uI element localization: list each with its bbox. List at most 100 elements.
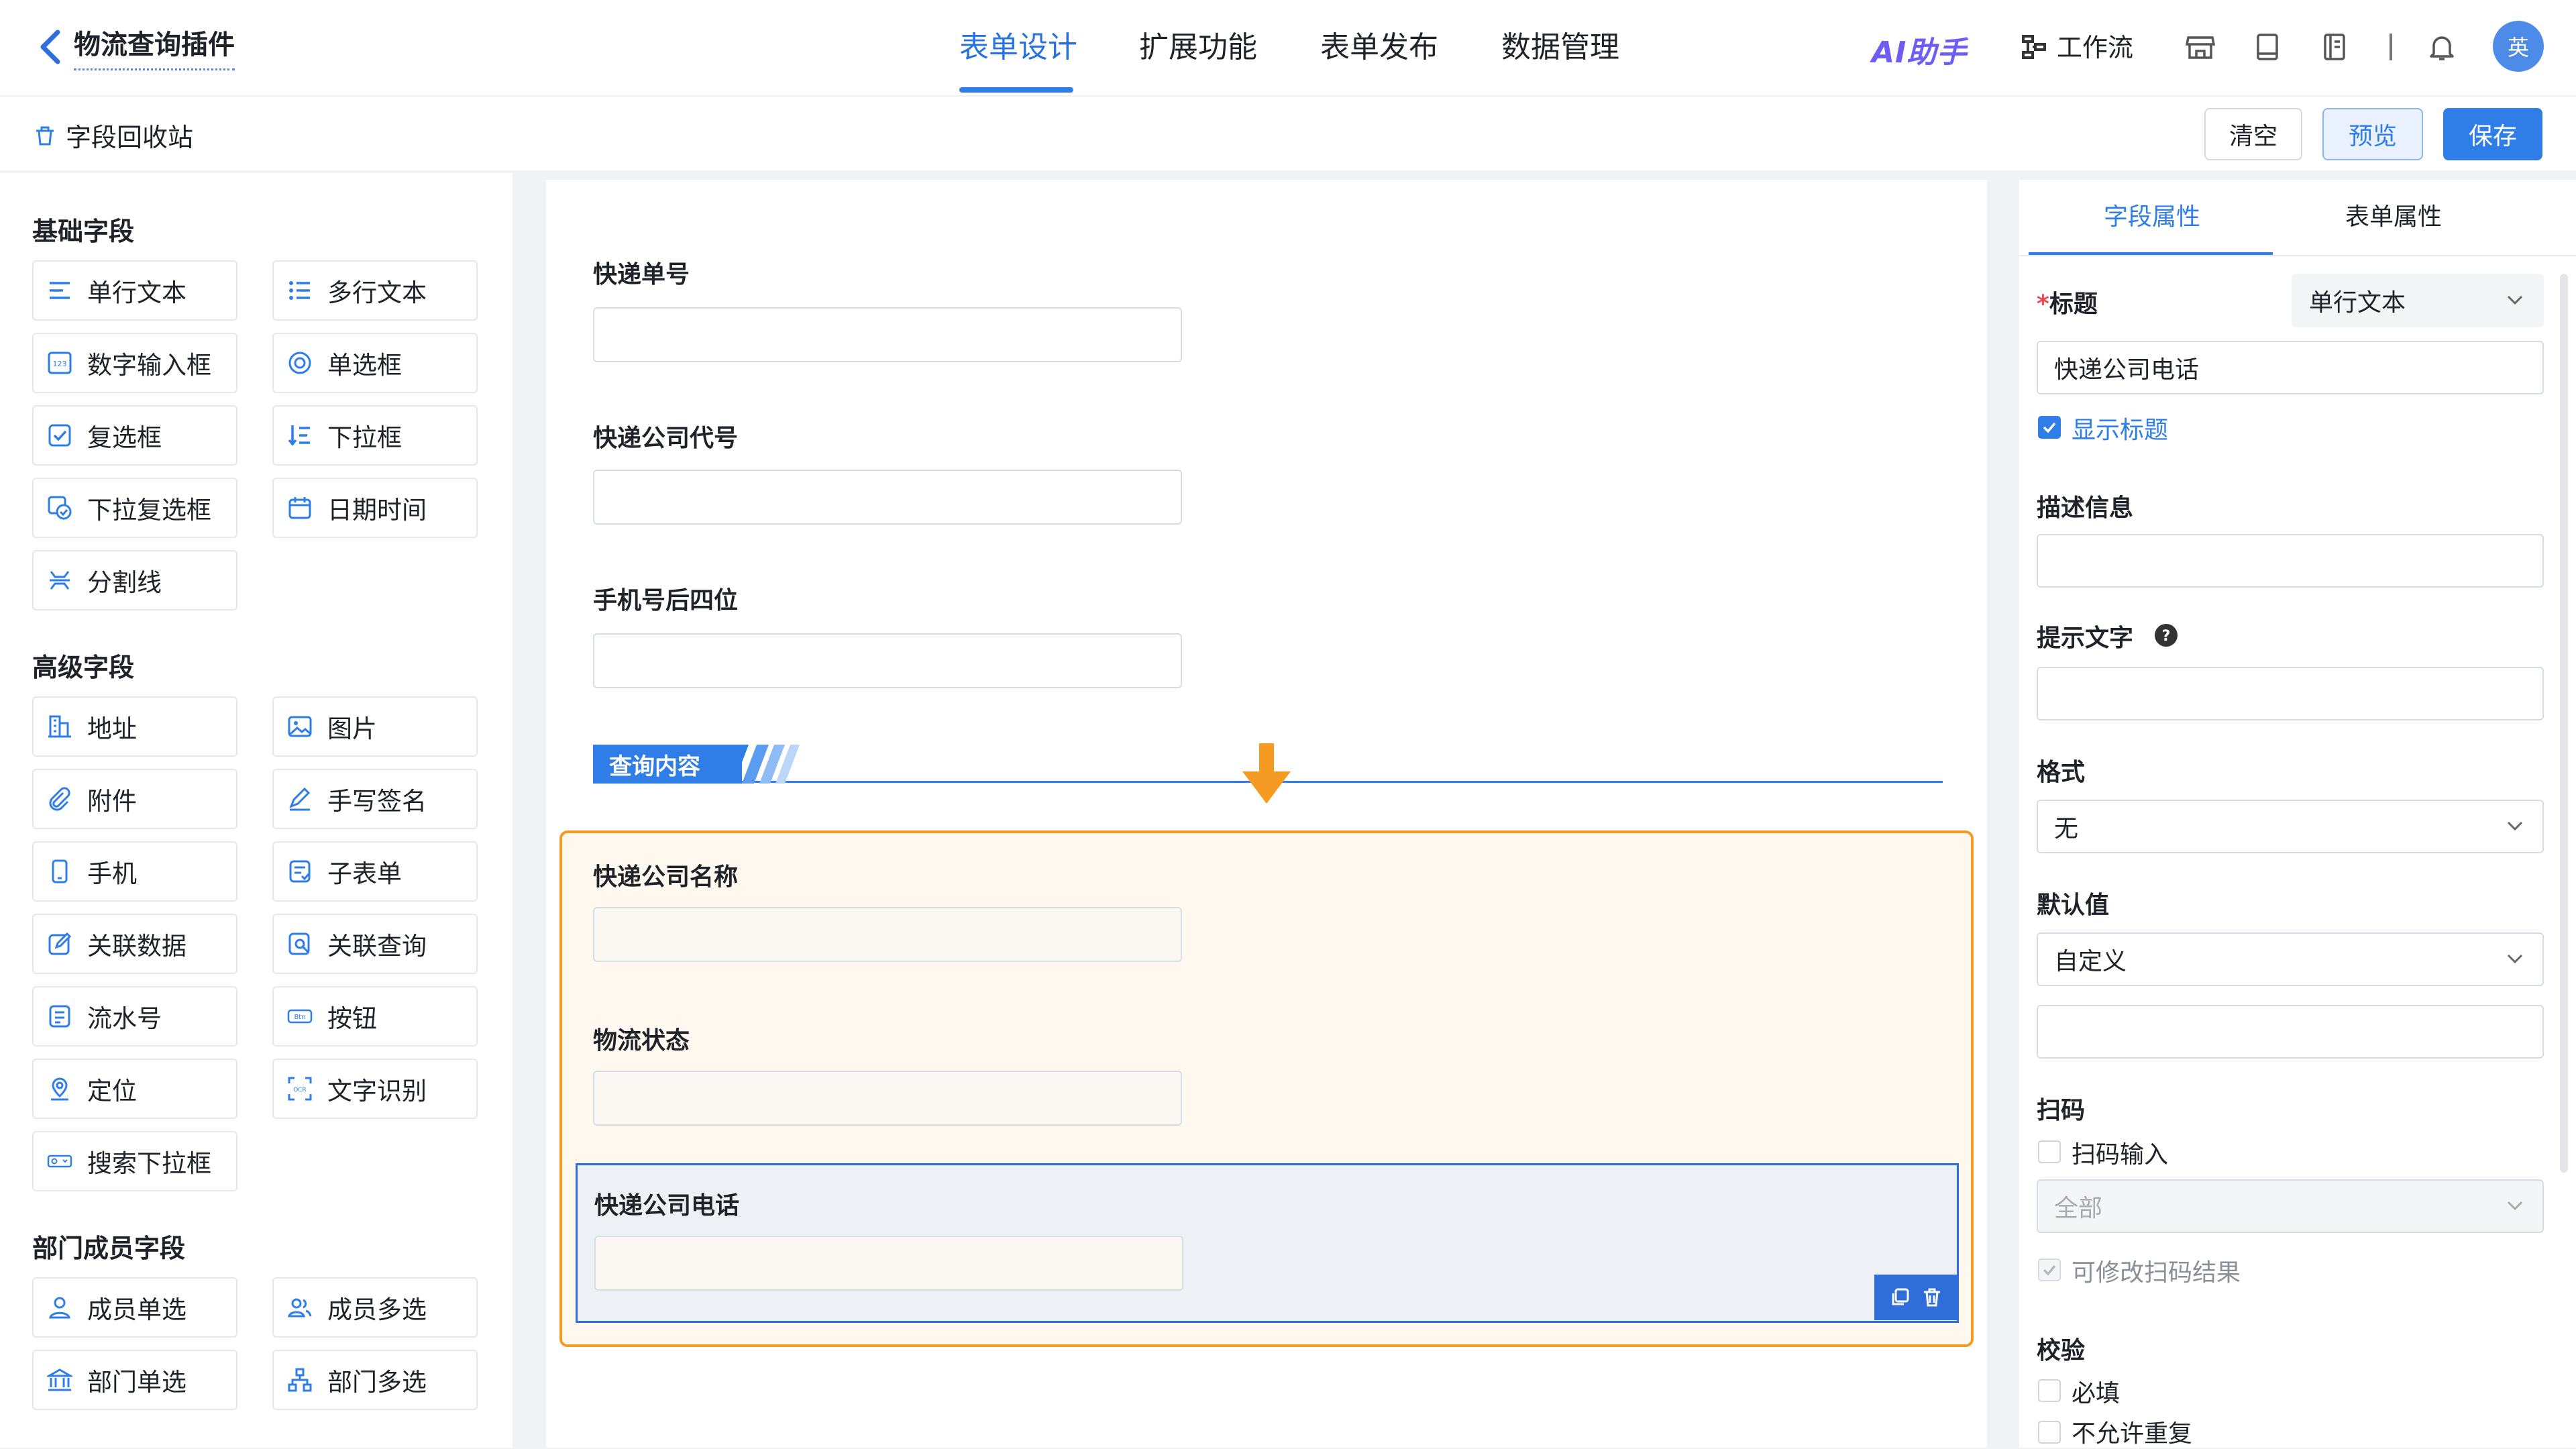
no-repeat-checkbox[interactable] xyxy=(2038,1421,2061,1444)
palette-item-member-multi[interactable]: 成员多选 xyxy=(272,1277,478,1338)
hint-label: 提示文字 xyxy=(2037,625,2134,652)
palette-item-label: 搜索下拉框 xyxy=(87,1149,211,1178)
store-icon[interactable] xyxy=(2183,30,2218,64)
palette-item-attachment[interactable]: 附件 xyxy=(32,769,237,829)
book-icon[interactable] xyxy=(2250,30,2285,64)
palette-item-dept-single[interactable]: 部门单选 xyxy=(32,1350,237,1410)
bank-icon xyxy=(47,1368,72,1391)
palette-item-label: 日期时间 xyxy=(327,496,427,525)
field-label: 快递单号 xyxy=(593,261,690,288)
phone-last4-input[interactable] xyxy=(593,633,1182,688)
required-label: 必填 xyxy=(2072,1380,2121,1407)
building-icon xyxy=(48,715,71,738)
palette-item-address[interactable]: 地址 xyxy=(32,696,237,757)
tab-data-management[interactable]: 数据管理 xyxy=(1501,24,1619,71)
workflow-button[interactable]: 工作流 xyxy=(2019,27,2133,64)
workflow-label: 工作流 xyxy=(2057,33,2134,62)
field-recycle-bin-button[interactable]: 字段回收站 xyxy=(34,117,193,154)
description-label: 描述信息 xyxy=(2037,494,2134,522)
palette-item-datetime[interactable]: 日期时间 xyxy=(272,478,478,538)
palette-item-serial-number[interactable]: 流水号 xyxy=(32,986,237,1046)
section-title[interactable]: 查询内容 xyxy=(593,745,742,784)
scrollbar[interactable] xyxy=(2560,274,2568,1173)
show-title-checkbox[interactable] xyxy=(2038,416,2061,439)
multi-check-icon xyxy=(48,496,72,520)
palette-item-label: 关联数据 xyxy=(87,932,186,961)
palette-item-search-dropdown[interactable]: 搜索下拉框 xyxy=(32,1131,237,1191)
palette-item-image[interactable]: 图片 xyxy=(272,696,478,757)
clear-button[interactable]: 清空 xyxy=(2204,108,2302,160)
title-input[interactable]: 快递公司电话 xyxy=(2037,341,2544,394)
bell-icon[interactable] xyxy=(2424,30,2459,64)
palette-item-phone[interactable]: 手机 xyxy=(32,841,237,902)
field-type-value: 单行文本 xyxy=(2309,289,2406,317)
palette-item-divider[interactable]: 分割线 xyxy=(32,550,237,610)
palette-item-button[interactable]: Btn 按钮 xyxy=(272,986,478,1046)
avatar[interactable]: 英 xyxy=(2493,21,2544,72)
scan-scope-select[interactable]: 全部 xyxy=(2037,1179,2544,1233)
field-type-select[interactable]: 单行文本 xyxy=(2292,274,2544,327)
palette-item-linked-data[interactable]: 关联数据 xyxy=(32,914,237,974)
subform-icon xyxy=(289,860,311,883)
scan-editable-checkbox[interactable] xyxy=(2038,1258,2061,1281)
help-icon[interactable]: ? xyxy=(2153,623,2179,648)
tab-field-properties[interactable]: 字段属性 xyxy=(2104,197,2200,232)
title-value: 快递公司电话 xyxy=(2054,356,2200,384)
default-value-input[interactable] xyxy=(2037,1005,2544,1059)
palette-item-member-single[interactable]: 成员单选 xyxy=(32,1277,237,1338)
preview-button[interactable]: 预览 xyxy=(2322,108,2423,160)
app-title[interactable]: 物流查询插件 xyxy=(74,27,235,70)
palette-item-label: 手机 xyxy=(87,859,137,888)
palette-item-linked-query[interactable]: 关联查询 xyxy=(272,914,478,974)
save-button[interactable]: 保存 xyxy=(2443,108,2542,160)
palette-item-signature[interactable]: 手写签名 xyxy=(272,769,478,829)
description-input[interactable] xyxy=(2037,534,2544,588)
drop-arrow-icon xyxy=(1242,743,1291,804)
palette-item-label: 分割线 xyxy=(87,568,162,597)
palette-item-single-line-text[interactable]: 单行文本 xyxy=(32,260,237,321)
courier-name-input[interactable] xyxy=(593,907,1182,962)
copy-icon[interactable] xyxy=(1890,1287,1910,1307)
tab-extensions[interactable]: 扩展功能 xyxy=(1139,24,1257,71)
palette-item-radio[interactable]: 单选框 xyxy=(272,333,478,393)
delete-icon[interactable] xyxy=(1922,1287,1942,1307)
palette-item-label: 子表单 xyxy=(327,859,402,888)
palette-item-dept-multi[interactable]: 部门多选 xyxy=(272,1350,478,1410)
scan-scope-value: 全部 xyxy=(2054,1195,2103,1222)
palette-item-number-input[interactable]: 123 数字输入框 xyxy=(32,333,237,393)
recycle-bin-icon xyxy=(36,126,54,145)
tracking-number-input[interactable] xyxy=(593,307,1182,362)
palette-item-label: 关联查询 xyxy=(327,932,427,961)
image-icon xyxy=(288,716,312,737)
palette-item-subform[interactable]: 子表单 xyxy=(272,841,478,902)
palette-item-location[interactable]: 定位 xyxy=(32,1059,237,1119)
checkbox-icon xyxy=(48,424,71,447)
palette-item-multi-line-text[interactable]: 多行文本 xyxy=(272,260,478,321)
courier-phone-input[interactable] xyxy=(594,1236,1183,1291)
hint-input[interactable] xyxy=(2037,667,2544,720)
palette-item-label: 复选框 xyxy=(87,423,162,452)
notebook-icon[interactable] xyxy=(2317,30,2352,64)
courier-code-input[interactable] xyxy=(593,470,1182,525)
palette-item-checkbox[interactable]: 复选框 xyxy=(32,405,237,466)
svg-text:Btn: Btn xyxy=(294,1014,305,1021)
search-doc-icon xyxy=(288,932,310,955)
logistics-status-input[interactable] xyxy=(593,1071,1182,1126)
tab-form-properties[interactable]: 表单属性 xyxy=(2345,197,2442,232)
required-checkbox[interactable] xyxy=(2038,1379,2061,1402)
no-repeat-label: 不允许重复 xyxy=(2072,1420,2193,1448)
scan-input-checkbox[interactable] xyxy=(2038,1140,2061,1163)
ai-helper-button[interactable]: AI助手 xyxy=(1872,28,1967,71)
format-select[interactable]: 无 xyxy=(2037,800,2544,853)
tab-form-publish[interactable]: 表单发布 xyxy=(1320,24,1438,71)
palette-item-dropdown-multi[interactable]: 下拉复选框 xyxy=(32,478,237,538)
palette-item-label: 单选框 xyxy=(327,351,402,380)
tab-form-design[interactable]: 表单设计 xyxy=(959,24,1077,71)
palette-item-ocr[interactable]: OCR 文字识别 xyxy=(272,1059,478,1119)
default-value-select[interactable]: 自定义 xyxy=(2037,932,2544,986)
palette-item-label: 图片 xyxy=(327,714,377,743)
back-chevron-icon[interactable] xyxy=(34,25,67,68)
palette-item-label: 文字识别 xyxy=(327,1077,427,1106)
form-canvas: 快递单号 快递公司代号 手机号后四位 查询内容 快递公司名称 物流状态 快递公司… xyxy=(546,180,1987,1448)
palette-item-dropdown[interactable]: 下拉框 xyxy=(272,405,478,466)
